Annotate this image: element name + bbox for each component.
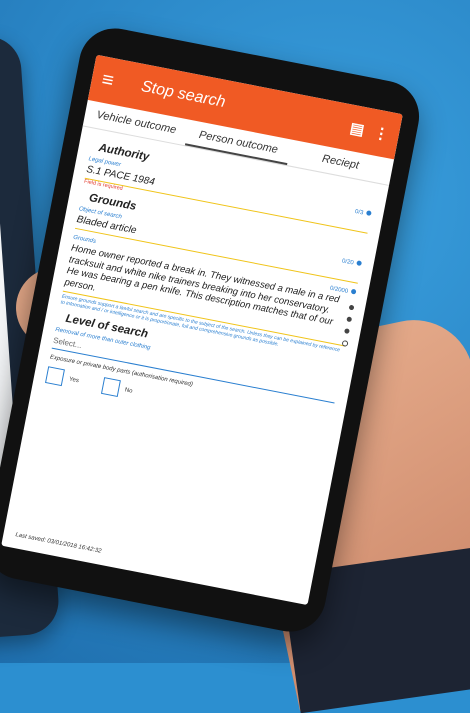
info-icon (356, 260, 362, 266)
info-icon (366, 210, 372, 216)
menu-icon[interactable]: ≡ (100, 68, 130, 96)
no-checkbox[interactable] (101, 377, 121, 397)
form-content: Authority Legal power 0/3 S.1 PACE 1984 … (31, 126, 389, 452)
yes-option[interactable]: Yes (45, 366, 80, 389)
info-icon (351, 289, 357, 295)
save-icon[interactable]: ▤ (348, 119, 365, 139)
no-option[interactable]: No (101, 377, 134, 400)
yes-checkbox[interactable] (45, 366, 65, 386)
more-icon[interactable]: ⋮ (372, 123, 390, 144)
last-saved-text: Last saved: 03/01/2018 16:42:32 (15, 532, 102, 555)
no-label: No (124, 387, 133, 394)
yes-label: Yes (69, 376, 80, 384)
suggestion-dots (340, 305, 355, 354)
